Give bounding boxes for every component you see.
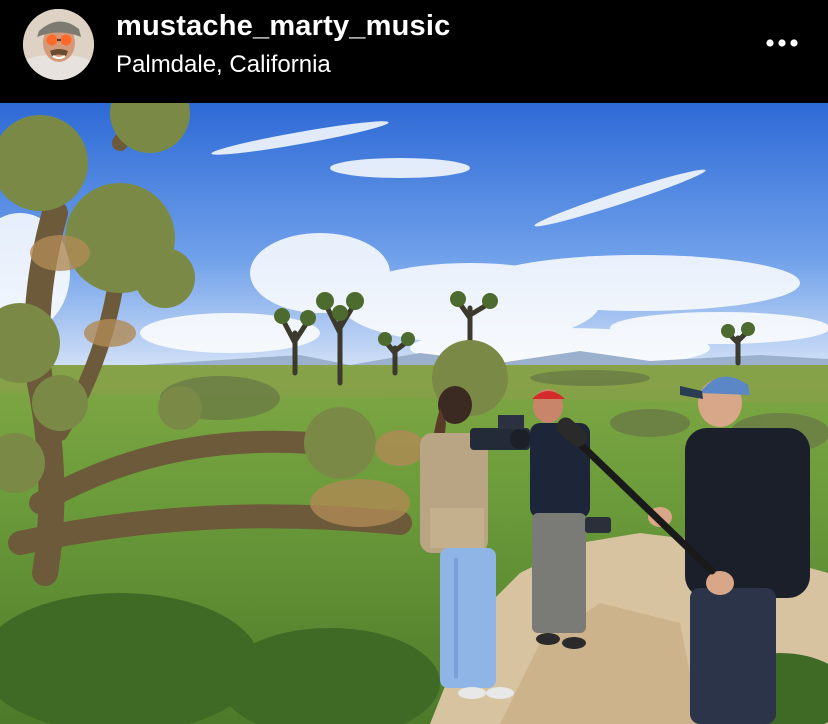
instagram-post: mustache_marty_music Palmdale, Californi… <box>0 0 828 724</box>
username[interactable]: mustache_marty_music <box>116 10 450 43</box>
ellipsis-horizontal-icon <box>766 39 798 47</box>
avatar[interactable] <box>23 9 94 80</box>
post-photo[interactable] <box>0 103 828 724</box>
post-header: mustache_marty_music Palmdale, Californi… <box>0 0 828 103</box>
location-link[interactable]: Palmdale, California <box>116 51 331 79</box>
more-options-button[interactable] <box>754 25 810 61</box>
